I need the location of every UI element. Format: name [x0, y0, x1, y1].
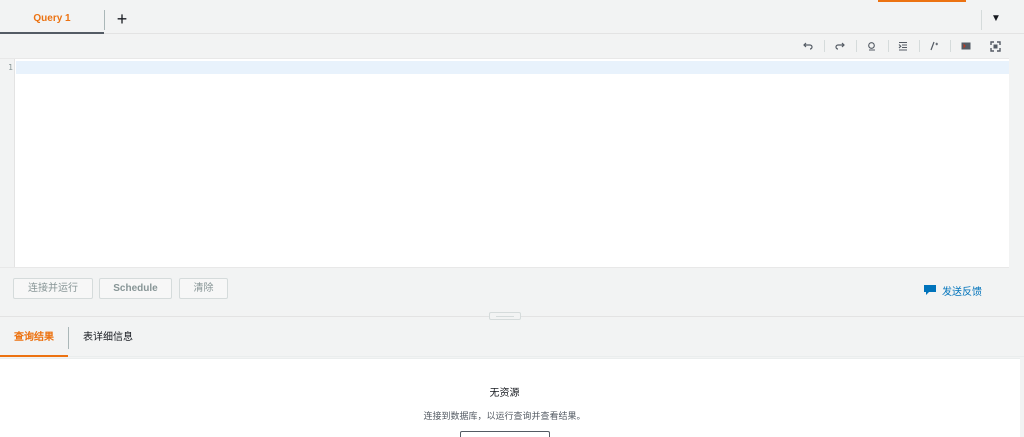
- editor-gutter: 1: [0, 59, 15, 267]
- feedback-icon: [924, 284, 936, 295]
- sql-editor[interactable]: 1: [0, 58, 1009, 268]
- run-button[interactable]: 连接并运行: [13, 278, 93, 299]
- query-editor-app: Query 1 + ▼ 1 连接并运行 Schedule 清除 发送反馈 查询结…: [0, 0, 1024, 437]
- tab-menu-divider: [981, 10, 982, 30]
- feedback-link[interactable]: 发送反馈: [924, 283, 982, 298]
- undo-icon[interactable]: [800, 38, 816, 54]
- terminal-icon[interactable]: [958, 38, 974, 54]
- tab-table-details[interactable]: 表详细信息: [83, 319, 133, 357]
- top-accent-strip: [878, 0, 966, 2]
- tab-query-results[interactable]: 查询结果: [0, 319, 68, 357]
- clear-button[interactable]: 清除: [179, 278, 228, 299]
- toolbar-divider: [919, 40, 920, 52]
- empty-state-title: 无资源: [489, 388, 520, 399]
- line-number: 1: [8, 63, 13, 72]
- tab-menu-dropdown-icon[interactable]: ▼: [987, 10, 1005, 28]
- connect-button[interactable]: [460, 431, 550, 437]
- toolbar-divider: [856, 40, 857, 52]
- find-icon[interactable]: [864, 38, 880, 54]
- editor-toolbar: [0, 35, 1024, 57]
- toolbar-divider: [950, 40, 951, 52]
- redo-icon[interactable]: [832, 38, 848, 54]
- empty-state-description: 连接到数据库，以运行查询并查看结果。: [423, 411, 586, 421]
- active-line-highlight[interactable]: [16, 61, 1009, 74]
- tab-divider: [104, 10, 105, 30]
- tab-query-1[interactable]: Query 1: [0, 4, 104, 34]
- comment-icon[interactable]: [926, 38, 942, 54]
- editor-actions: 连接并运行 Schedule 清除 发送反馈: [0, 269, 1024, 309]
- toolbar-divider: [824, 40, 825, 52]
- schedule-button[interactable]: Schedule: [99, 278, 172, 299]
- fullscreen-icon[interactable]: [987, 38, 1003, 54]
- results-panel: 无资源 连接到数据库，以运行查询并查看结果。: [0, 358, 1020, 437]
- result-tab-divider: [68, 327, 69, 349]
- result-tab-bar: 查询结果 表详细信息: [0, 319, 1024, 357]
- indent-icon[interactable]: [895, 38, 911, 54]
- query-tab-bar: Query 1 + ▼: [0, 4, 1024, 34]
- add-tab-button[interactable]: +: [113, 8, 131, 30]
- toolbar-divider: [888, 40, 889, 52]
- feedback-label: 发送反馈: [942, 286, 982, 298]
